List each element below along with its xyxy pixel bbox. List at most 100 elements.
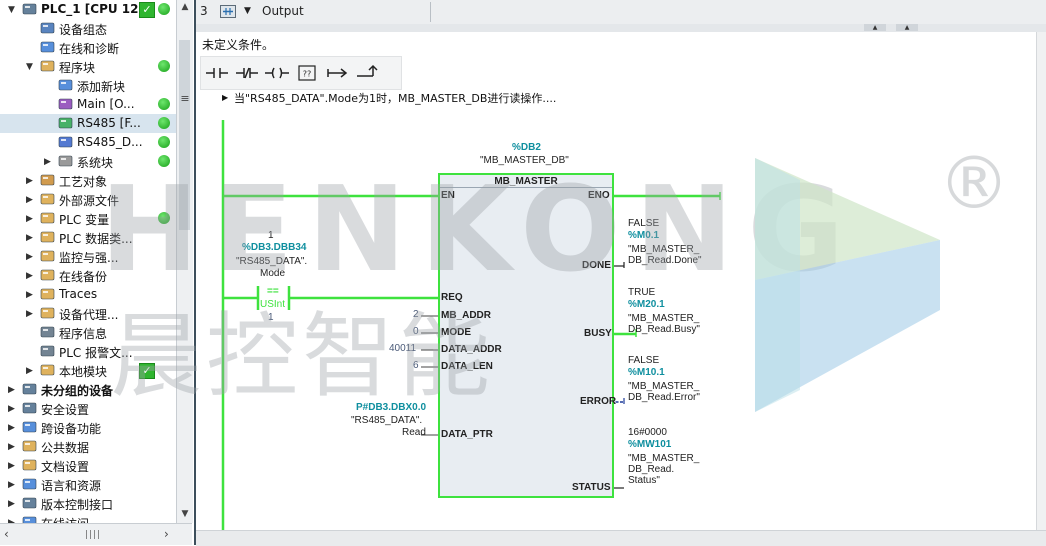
- contact-address[interactable]: %DB3.DBB34: [242, 242, 306, 253]
- collapse-icon[interactable]: ▼: [26, 62, 33, 72]
- status-address[interactable]: %MW101: [628, 439, 671, 450]
- collapse-network-icon[interactable]: ▼: [244, 6, 251, 16]
- tree-item[interactable]: ▶ 跨设备功能: [0, 418, 176, 437]
- tree-item[interactable]: PLC 报警文...: [0, 342, 176, 361]
- data-addr-value[interactable]: 40011: [389, 343, 416, 354]
- tree-item-label: 跨设备功能: [41, 422, 102, 436]
- network-header[interactable]: 3 ▼ Output: [196, 0, 1046, 25]
- tree-item[interactable]: ▶在线访问: [0, 513, 176, 523]
- expand-icon[interactable]: ▶: [8, 499, 15, 509]
- editor-horizontal-scrollbar[interactable]: [196, 530, 1046, 546]
- tree-item[interactable]: ▶ 系统块: [0, 152, 176, 171]
- collapse-up-icon[interactable]: ▲: [864, 24, 886, 31]
- coil-button[interactable]: [263, 61, 291, 85]
- tree-item[interactable]: ▶ 外部源文件: [0, 190, 176, 209]
- tree-item[interactable]: 添加新块: [0, 76, 176, 95]
- network-title[interactable]: Output: [262, 4, 304, 18]
- expand-icon[interactable]: ▶: [8, 385, 15, 395]
- collapse-down-icon[interactable]: ▲: [896, 24, 918, 31]
- no-contact-button[interactable]: [203, 61, 231, 85]
- expand-icon[interactable]: ▶: [26, 252, 33, 262]
- nc-contact-button[interactable]: [233, 61, 261, 85]
- scroll-up-icon[interactable]: ▲: [179, 2, 191, 12]
- expand-icon[interactable]: ▶: [26, 290, 33, 300]
- editor-vertical-scrollbar[interactable]: [1036, 32, 1046, 545]
- data-ptr-tag[interactable]: "RS485_DATA".: [351, 415, 422, 426]
- status-tag-line3[interactable]: Status": [628, 475, 660, 486]
- status-tag-line2[interactable]: DB_Read.: [628, 464, 674, 475]
- tree-item[interactable]: RS485 [F...: [0, 114, 176, 133]
- tree-horizontal-scrollbar[interactable]: ‹ |||| ›: [0, 523, 192, 545]
- mb-addr-value[interactable]: 2: [413, 309, 419, 320]
- empty-box-button[interactable]: ??: [293, 61, 321, 85]
- expand-icon[interactable]: ▶: [26, 195, 33, 205]
- expand-icon[interactable]: ▶: [8, 423, 15, 433]
- tree-item[interactable]: ▶ 安全设置: [0, 399, 176, 418]
- error-tag-line2[interactable]: DB_Read.Error": [628, 392, 700, 403]
- scroll-right-icon[interactable]: ›: [164, 527, 169, 541]
- error-state: FALSE: [628, 355, 660, 366]
- expand-icon[interactable]: ▶: [26, 271, 33, 281]
- tree-item[interactable]: ▶ 公共数据: [0, 437, 176, 456]
- expand-icon[interactable]: ▶: [26, 309, 33, 319]
- tree-item[interactable]: 程序信息: [0, 323, 176, 342]
- tree-item[interactable]: ▼ PLC_1 [CPU 12... ✓: [0, 0, 176, 19]
- collapse-icon[interactable]: ▼: [8, 5, 15, 15]
- data-len-value[interactable]: 6: [413, 360, 419, 371]
- scroll-left-icon[interactable]: ‹: [4, 527, 9, 541]
- tree-item[interactable]: ▶ 设备代理...: [0, 304, 176, 323]
- expand-icon[interactable]: ▶: [8, 404, 15, 414]
- tree-scroll-thumb[interactable]: [179, 40, 190, 230]
- contact-tag[interactable]: "RS485_DATA".: [236, 256, 307, 267]
- data-ptr-tag-member[interactable]: Read: [402, 427, 426, 438]
- busy-tag-line1[interactable]: "MB_MASTER_: [628, 313, 699, 324]
- instance-db-name[interactable]: "MB_MASTER_DB": [480, 155, 569, 166]
- tree-item[interactable]: ▶ 语言和资源: [0, 475, 176, 494]
- data-ptr-address[interactable]: P#DB3.DBX0.0: [356, 402, 426, 413]
- network-comment[interactable]: 当"RS485_DATA".Mode为1时，MB_MASTER_DB进行读操作.…: [234, 90, 556, 106]
- tree-item[interactable]: ▶ 在线备份: [0, 266, 176, 285]
- expand-icon[interactable]: ▶: [26, 214, 33, 224]
- expand-icon[interactable]: ▶: [44, 157, 51, 167]
- external-source-icon: [40, 192, 55, 206]
- tree-item[interactable]: ▶ 监控与强...: [0, 247, 176, 266]
- mode-value[interactable]: 0: [413, 326, 419, 337]
- status-tag-line1[interactable]: "MB_MASTER_: [628, 453, 699, 464]
- open-branch-button[interactable]: [323, 61, 351, 85]
- close-branch-button[interactable]: [353, 61, 381, 85]
- tree-item[interactable]: ▼ 程序块: [0, 57, 176, 76]
- busy-tag-line2[interactable]: DB_Read.Busy": [628, 324, 700, 335]
- tree-item[interactable]: RS485_D...: [0, 133, 176, 152]
- tree-item[interactable]: ▶ PLC 数据类...: [0, 228, 176, 247]
- done-tag-line2[interactable]: DB_Read.Done": [628, 255, 702, 266]
- header-splitter[interactable]: ▲ ▲: [196, 24, 1046, 32]
- error-address[interactable]: %M10.1: [628, 367, 665, 378]
- expand-comment-icon[interactable]: ▶: [222, 93, 228, 102]
- tree-item[interactable]: ▶ Traces: [0, 285, 176, 304]
- expand-icon[interactable]: ▶: [26, 233, 33, 243]
- tree-item[interactable]: Main [O...: [0, 95, 176, 114]
- tree-item[interactable]: 设备组态: [0, 19, 176, 38]
- error-tag-line1[interactable]: "MB_MASTER_: [628, 381, 699, 392]
- expand-icon[interactable]: ▶: [8, 461, 15, 471]
- tree-item[interactable]: ▶ 未分组的设备: [0, 380, 176, 399]
- expand-icon[interactable]: ▶: [26, 176, 33, 186]
- busy-address[interactable]: %M20.1: [628, 299, 665, 310]
- expand-icon[interactable]: ▶: [26, 366, 33, 376]
- compare-type[interactable]: USInt: [260, 299, 285, 310]
- tree-item[interactable]: ▶ 工艺对象: [0, 171, 176, 190]
- tree-item[interactable]: 在线和诊断: [0, 38, 176, 57]
- done-address[interactable]: %M0.1: [628, 230, 659, 241]
- contact-tag-member[interactable]: Mode: [260, 268, 285, 279]
- tree-item[interactable]: ▶ PLC 变量: [0, 209, 176, 228]
- compare-value[interactable]: 1: [268, 312, 274, 323]
- tree-item[interactable]: ▶ 本地模块 ✓: [0, 361, 176, 380]
- tree-vertical-scrollbar[interactable]: ▲ ≡ ▼: [176, 0, 193, 523]
- tree-item[interactable]: ▶ 文档设置: [0, 456, 176, 475]
- done-tag-line1[interactable]: "MB_MASTER_: [628, 244, 699, 255]
- expand-icon[interactable]: ▶: [8, 480, 15, 490]
- expand-icon[interactable]: ▶: [8, 442, 15, 452]
- scroll-down-icon[interactable]: ▼: [179, 509, 191, 519]
- tree-item[interactable]: ▶ 版本控制接口: [0, 494, 176, 513]
- instance-db-address[interactable]: %DB2: [512, 142, 541, 153]
